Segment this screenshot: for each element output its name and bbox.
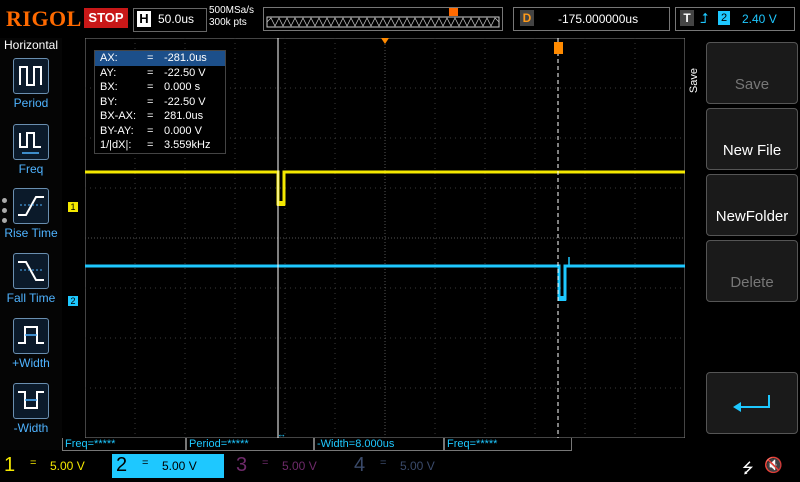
measurement-item[interactable]: Freq=***** [444,438,572,451]
menu-title: Save [688,68,700,94]
cursor-row: BY: = -22.50 V [100,95,206,108]
brand-logo: RIGOL [6,6,82,31]
cursor-a-bottom-marker: ↔ [277,429,286,438]
delay-value: -175.000000us [558,12,639,26]
measure-label: +Width [12,356,50,370]
measure-rise-time[interactable]: Rise Time [2,188,60,240]
measure-label: Freq [18,162,44,176]
neg-width-icon [13,383,49,419]
save-menu: Save Save New File NewFolder Delete [688,38,800,450]
memory-depth: 300k pts [209,17,247,28]
measure-pos-width[interactable]: +Width [2,318,60,370]
measurement-item[interactable]: Period=***** [186,438,314,451]
channel-bar: 1 = 5.00 V 2 = 5.00 V 3 = 5.00 V 4 = 5.00 V ⭍ 🔇 [0,452,800,480]
cursor-readout: AX: = -281.0us AY: = -22.50 V BX: = 0.000 s BY… [94,50,226,154]
ch1-ground-marker[interactable]: 1 [68,202,78,212]
usb-icon: ⭍ [742,460,754,476]
cursor-row: BX-AX: = 281.0us [100,110,204,122]
channel-4[interactable]: 4 = 5.00 V [350,454,460,478]
overview-waveform [266,8,500,28]
cursor-row: AY: = -22.50 V [100,66,206,79]
measurement-item[interactable]: -Width=8.000us [314,438,444,451]
new-file-button[interactable]: New File [706,108,798,170]
delete-button[interactable]: Delete [706,240,798,302]
new-folder-button[interactable]: NewFolder [706,174,798,236]
measure-label: Rise Time [4,226,58,240]
freq-icon [13,124,49,160]
timebase-box[interactable]: H 50.0us [133,8,207,32]
ch2-ground-marker[interactable]: 2 [68,296,78,306]
delay-box[interactable]: D -175.000000us [513,7,670,31]
delay-label: D [520,10,534,26]
horizontal-measure-menu: Horizontal Period Freq Rise Time Fall Ti… [0,38,62,450]
pos-width-icon [13,318,49,354]
timebase-value: 50.0us [158,12,195,26]
channel-2[interactable]: 2 = 5.00 V [112,454,224,478]
rise-time-icon [13,188,49,224]
measure-label: -Width [13,421,49,435]
top-status-bar: RIGOL STOP H 50.0us 500MSa/s 300k pts D … [0,0,800,38]
sample-info: 500MSa/s 300k pts [209,5,254,29]
measurement-item[interactable]: Freq=***** [62,438,186,451]
measure-label: Period [13,96,49,110]
waveform-overview[interactable] [263,7,503,31]
measure-freq[interactable]: Freq [2,124,60,176]
measure-fall-time[interactable]: Fall Time [2,253,60,305]
run-stop-status[interactable]: STOP [84,8,128,28]
save-button[interactable]: Save [706,42,798,104]
menu-title: Horizontal [3,38,59,52]
return-button[interactable] [706,372,798,434]
measure-period[interactable]: Period [2,58,60,110]
overview-trigger-marker [449,8,458,16]
sample-rate: 500MSa/s [209,5,255,16]
cursor-row: AX: = -281.0us [95,51,225,66]
measure-label: Fall Time [6,291,56,305]
cursor-row: BY-AY: = 0.000 V [100,124,202,137]
trigger-level: 2.40 V [742,12,777,26]
measurement-bar: Freq=***** Period=***** -Width=8.000us F… [62,438,688,452]
cursor-row: 1/|dX|: = 3.559kHz [100,139,211,151]
measure-neg-width[interactable]: -Width [2,383,60,435]
period-icon [13,58,49,94]
channel-3[interactable]: 3 = 5.00 V [232,454,342,478]
rising-edge-icon: ⮥ [700,10,709,26]
cursor-row: BX: = 0.000 s [100,81,201,93]
trigger-label: T [680,10,694,26]
delay-marker [554,42,563,54]
fall-time-icon [13,253,49,289]
channel-1[interactable]: 1 = 5.00 V [0,454,110,478]
trigger-box[interactable]: T ⮥ 2 2.40 V [675,7,795,31]
trigger-source: 2 [718,11,730,25]
timebase-label: H [137,11,151,27]
speaker-mute-icon[interactable]: 🔇 [764,456,783,474]
return-icon [733,395,770,412]
